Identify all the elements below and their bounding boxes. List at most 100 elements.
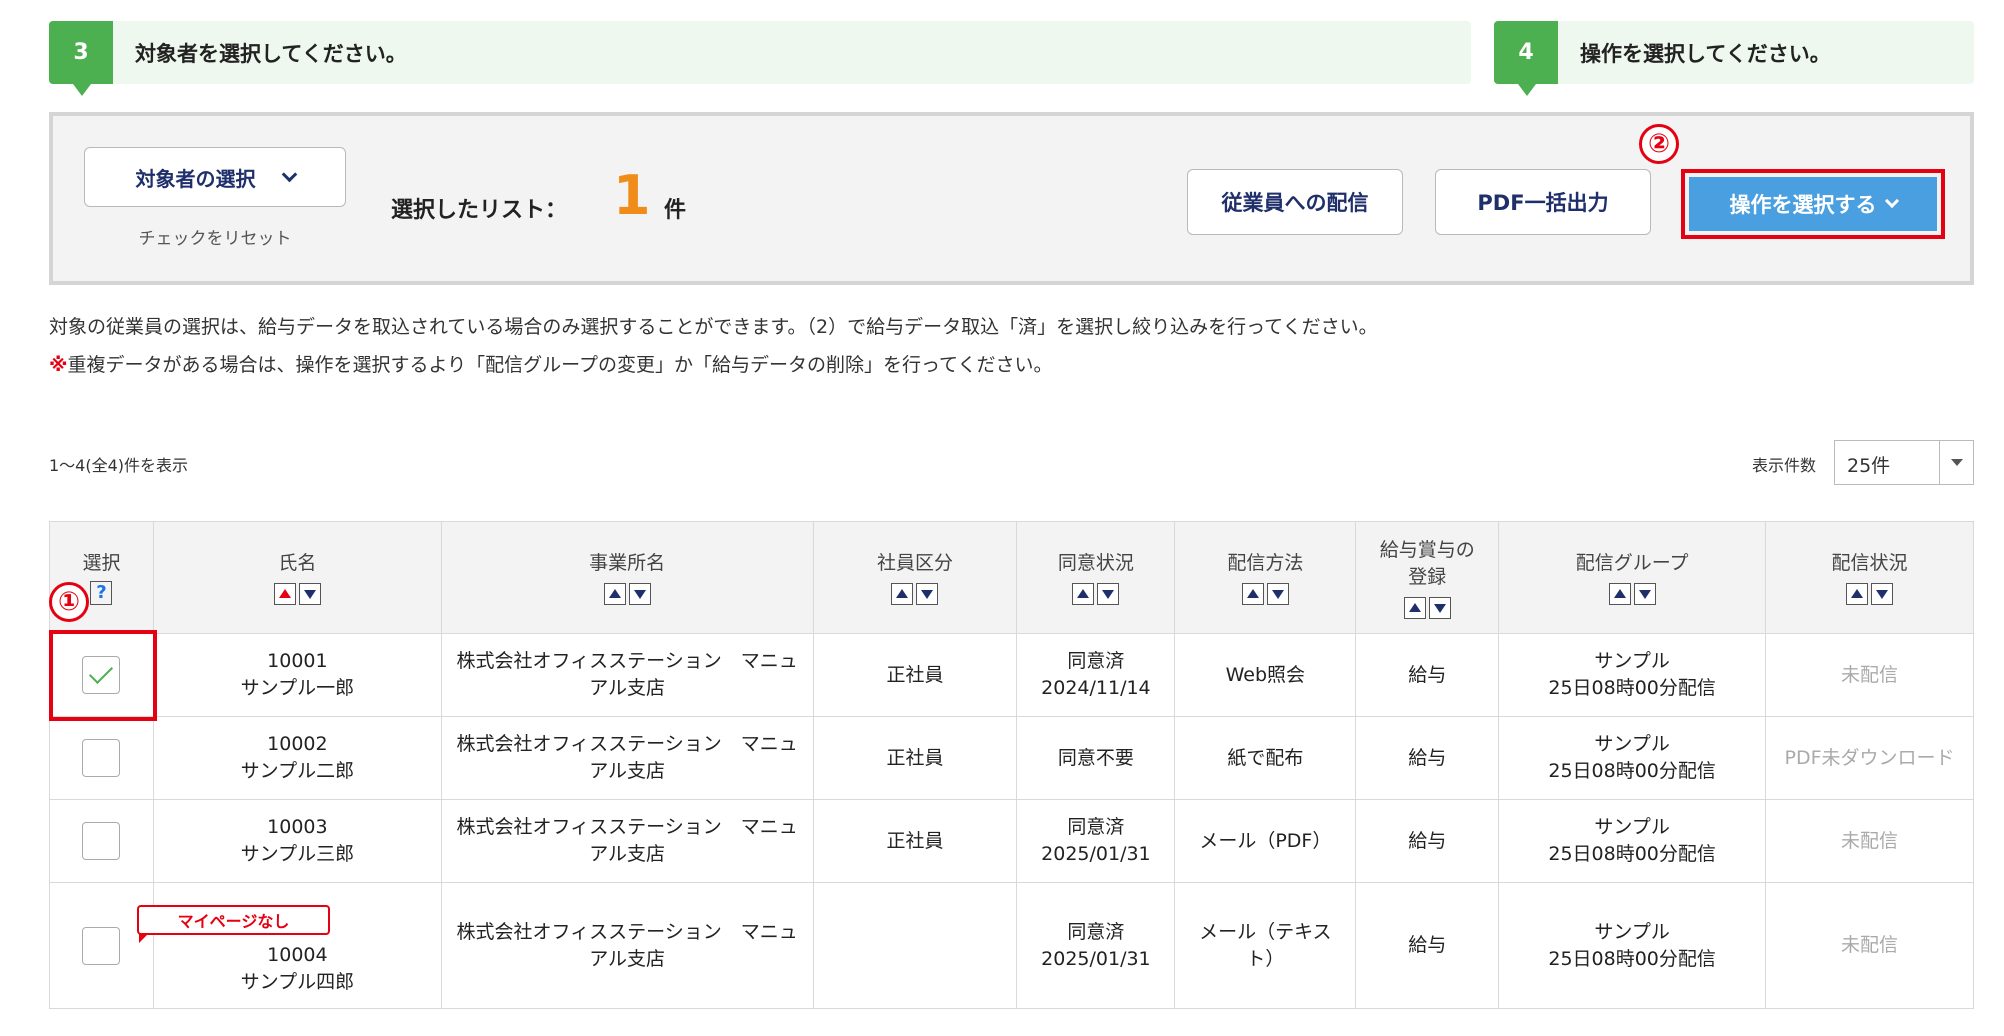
group-cell: サンプル 25日08時00分配信 — [1498, 799, 1767, 883]
employee-id: 10002 — [267, 733, 328, 755]
step-marker-1: ① — [49, 582, 89, 622]
select-cell — [49, 882, 154, 1009]
col-delivery-group: 配信グループ — [1498, 521, 1767, 634]
per-page-label: 表示件数 — [1752, 456, 1817, 475]
sort-desc-icon[interactable] — [1428, 596, 1451, 619]
col-label: 配信方法 — [1227, 552, 1304, 574]
note-duplicate-data: ※重複データがある場合は、操作を選択するより「配信グループの変更」か「給与データ… — [49, 350, 1052, 377]
type-cell: 正社員 — [812, 633, 1018, 717]
group-name: サンプル — [1594, 920, 1670, 943]
reset-check-link[interactable]: チェックをリセット — [84, 224, 346, 249]
status-cell: 未配信 — [1765, 799, 1974, 883]
col-registration: 給与賞与の 登録 — [1355, 521, 1500, 634]
col-label: 選択 — [82, 551, 121, 574]
table-row: 10004 サンプル四郎 株式会社オフィスステーション マニュ アル支店 同意済 20… — [49, 882, 1974, 1009]
pdf-bulk-export-button[interactable]: PDF一括出力 — [1435, 169, 1651, 235]
name-cell: 10003 サンプル三郎 — [152, 799, 442, 883]
sort-asc-icon[interactable] — [603, 583, 626, 605]
col-consent: 同意状況 — [1016, 521, 1176, 634]
sort-desc-icon[interactable] — [1871, 583, 1894, 605]
group-name: サンプル — [1594, 816, 1670, 838]
deliver-to-employees-button[interactable]: 従業員への配信 — [1187, 169, 1403, 235]
group-name: サンプル — [1594, 733, 1670, 755]
sort-buttons — [1356, 596, 1498, 619]
status-cell: PDF未ダウンロード — [1765, 716, 1974, 800]
consent-date: 2024/11/14 — [1041, 677, 1151, 699]
consent-date: 2025/01/31 — [1041, 947, 1151, 970]
select-operation-button[interactable]: 操作を選択する — [1689, 177, 1937, 231]
table-row: 10003 サンプル三郎 株式会社オフィスステーション マニュ アル支店 正社員 同… — [49, 799, 1974, 883]
sort-desc-icon[interactable] — [1633, 583, 1656, 605]
sort-asc-icon[interactable] — [273, 583, 296, 605]
sort-asc-icon[interactable] — [1072, 583, 1095, 605]
sort-desc-icon[interactable] — [298, 583, 321, 605]
row-checkbox[interactable] — [82, 656, 121, 694]
per-page-value: 25件 — [1847, 455, 1891, 477]
selected-list-label: 選択したリスト： — [391, 198, 568, 223]
per-page-select[interactable]: 25件 — [1834, 440, 1974, 485]
highlight-outline: 操作を選択する — [1681, 169, 1945, 239]
method-cell: 紙で配布 — [1174, 716, 1357, 800]
sort-buttons — [1017, 583, 1174, 605]
employee-name: サンプル四郎 — [240, 971, 355, 993]
consent-status: 同意済 — [1067, 920, 1125, 943]
row-checkbox[interactable] — [82, 926, 121, 965]
col-delivery-method: 配信方法 — [1174, 521, 1357, 634]
office-cell: 株式会社オフィスステーション マニュ アル支店 — [440, 716, 814, 800]
selected-count: 1 — [613, 164, 651, 227]
registration-cell: 給与 — [1355, 633, 1500, 717]
col-delivery-status: 配信状況 — [1765, 521, 1974, 634]
office-cell: 株式会社オフィスステーション マニュ アル支店 — [440, 799, 814, 883]
row-checkbox[interactable] — [82, 739, 121, 777]
group-schedule: 25日08時00分配信 — [1548, 677, 1716, 699]
method-cell: メール（テキス ト） — [1174, 882, 1357, 1009]
consent-status: 同意済 — [1067, 816, 1125, 838]
employee-name: サンプル三郎 — [240, 843, 355, 865]
sort-asc-icon[interactable] — [1403, 596, 1426, 619]
group-name: サンプル — [1594, 650, 1670, 672]
selection-panel: 対象者の選択 チェックをリセット 選択したリスト： 1 件 従業員への配信 PD… — [49, 112, 1974, 285]
select-cell — [49, 633, 154, 717]
sort-asc-icon[interactable] — [1608, 583, 1631, 605]
sort-desc-icon[interactable] — [1266, 583, 1289, 605]
sort-desc-icon[interactable] — [916, 583, 939, 605]
employee-id: 10004 — [267, 944, 328, 966]
employee-id: 10001 — [267, 650, 328, 672]
sort-asc-icon[interactable] — [1241, 583, 1264, 605]
sort-asc-icon[interactable] — [1846, 583, 1869, 605]
col-label: 配信状況 — [1831, 552, 1908, 574]
name-cell: 10004 サンプル四郎 — [152, 882, 442, 1009]
table-row: 10001 サンプル一郎 株式会社オフィスステーション マニュ アル支店 正社員 同… — [49, 633, 1974, 717]
group-schedule: 25日08時00分配信 — [1548, 947, 1716, 970]
sort-asc-icon[interactable] — [891, 583, 914, 605]
select-target-button[interactable]: 対象者の選択 — [84, 147, 346, 207]
row-checkbox[interactable] — [82, 822, 121, 860]
sort-buttons — [442, 583, 813, 605]
type-cell: 正社員 — [812, 799, 1018, 883]
registration-cell: 給与 — [1355, 799, 1500, 883]
consent-date: 2025/01/31 — [1041, 843, 1151, 865]
group-schedule: 25日08時00分配信 — [1548, 760, 1716, 782]
employee-table: 選択 ? 氏名 事業所名 社員区分 同意状況 配信方法 給与賞与の 登録 配信グ… — [49, 521, 1974, 1009]
sort-desc-icon[interactable] — [628, 583, 651, 605]
name-cell: 10001 サンプル一郎 — [152, 633, 442, 717]
consent-status: 同意不要 — [1057, 746, 1134, 769]
method-line2: ト） — [1246, 947, 1285, 970]
result-range: 1～4(全4)件を表示 — [49, 456, 189, 475]
office-line2: アル支店 — [589, 843, 666, 865]
office-line2: アル支店 — [589, 677, 666, 699]
consent-cell: 同意済 2025/01/31 — [1016, 882, 1176, 1009]
type-cell — [812, 882, 1018, 1009]
col-label: 事業所名 — [589, 552, 666, 574]
status-cell: 未配信 — [1765, 882, 1974, 1009]
sort-desc-icon[interactable] — [1097, 583, 1120, 605]
note-mark: ※ — [49, 354, 68, 376]
step-title: 対象者を選択してください。 — [135, 41, 407, 66]
step-3-header: 3 対象者を選択してください。 — [49, 21, 1471, 96]
help-icon[interactable]: ? — [90, 580, 113, 605]
step-4-header: 4 操作を選択してください。 — [1494, 21, 1974, 96]
dropdown-arrow-icon — [1939, 441, 1973, 484]
select-target-label: 対象者の選択 — [135, 166, 256, 191]
office-line1: 株式会社オフィスステーション マニュ — [456, 920, 798, 943]
type-cell: 正社員 — [812, 716, 1018, 800]
